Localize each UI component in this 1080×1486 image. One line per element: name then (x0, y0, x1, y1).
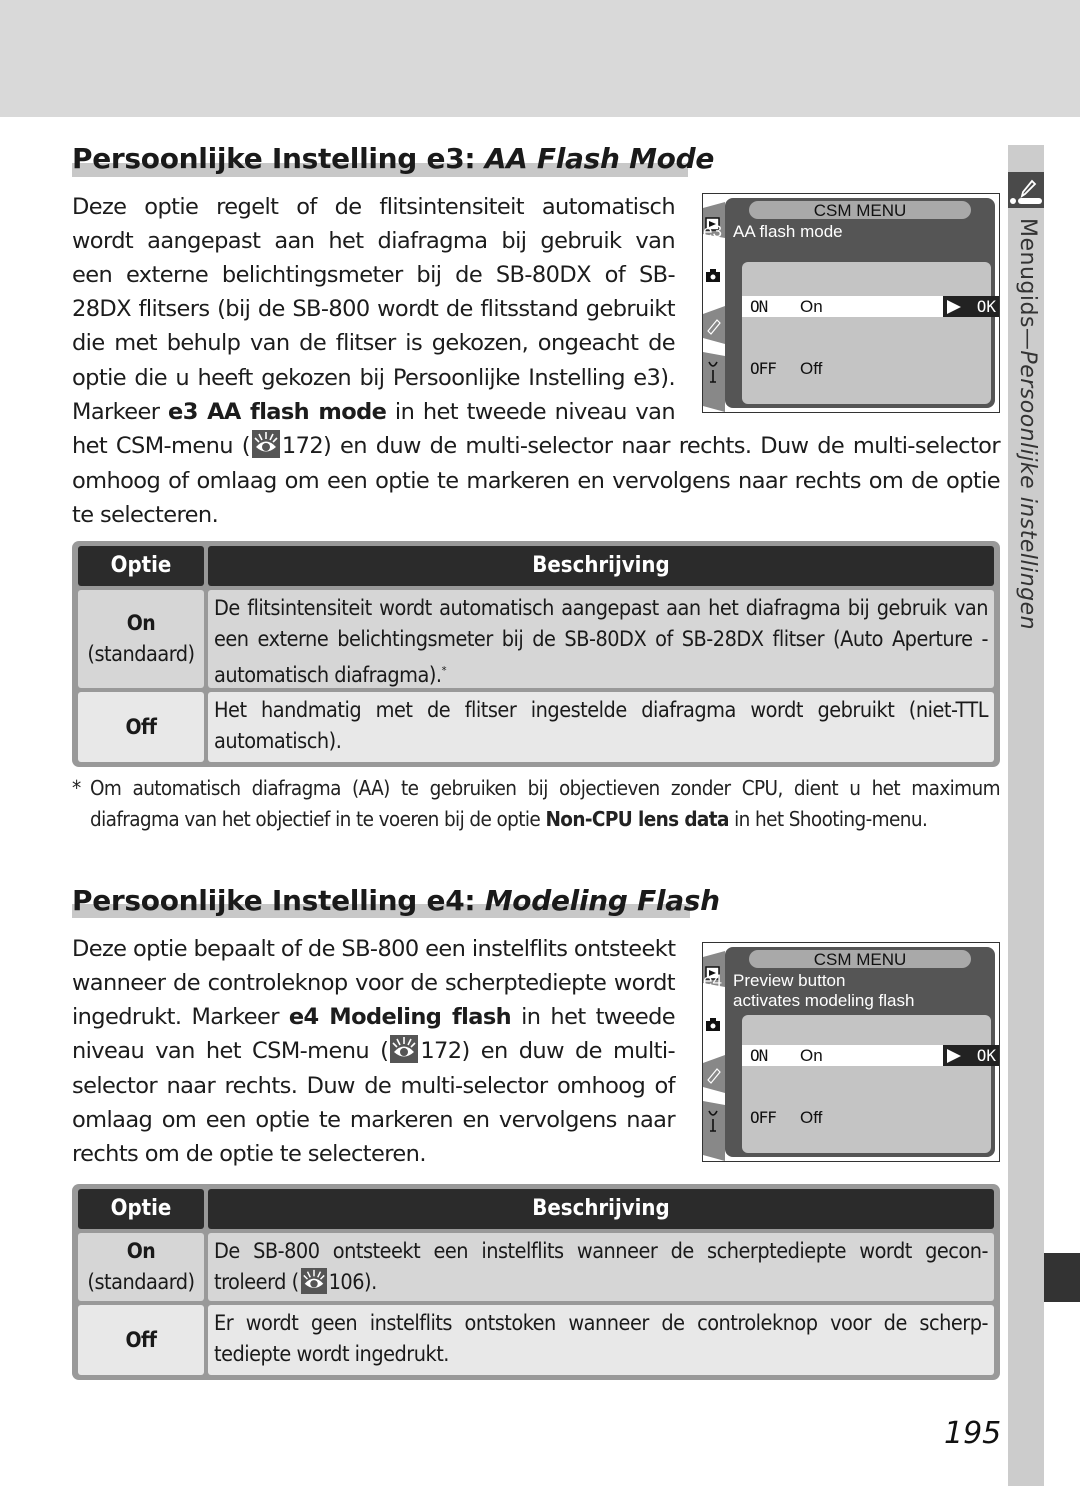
table-row: On (standaard) De flitsintensiteit wordt… (78, 590, 994, 688)
camera-menu-screen-e3: CSM MENU e3 AA flash mode ON On OK OFF O… (702, 193, 1000, 413)
paragraph-line: Markeer e3 AA flash mode in het tweede n… (72, 399, 676, 425)
menu-body: CSM MENU e4 Preview button activates mod… (703, 947, 999, 1157)
section-heading-e4: Persoonlijke Instelling e4: Modeling Fla… (72, 884, 720, 917)
option-cell: Off (78, 1305, 204, 1375)
options-panel (742, 262, 991, 404)
menu-item-code: e4 (703, 971, 722, 990)
section-heading-e3: Persoonlijke Instelling e3: AA Flash Mod… (72, 142, 715, 175)
footnote: * Om automatisch diafragma (AA) te gebrui… (72, 776, 1001, 831)
paragraph-line: selector naar rechts. Duw de multi-selec… (72, 1073, 676, 1099)
column-header: Optie (78, 1189, 204, 1229)
menu-item-title: Preview button (733, 971, 846, 990)
paragraph-line: rechts om de optie te selecteren. (72, 1141, 426, 1167)
menu-body: CSM MENU e3 AA flash mode ON On OK OFF O… (703, 198, 999, 408)
menu-option-off[interactable]: OFF Off (742, 1107, 999, 1128)
page-number: 195 (944, 1416, 1002, 1451)
right-arrow-icon (947, 1049, 961, 1063)
menu-option-name: Non-CPU lens data (545, 807, 729, 831)
description-cell: Er wordt geen instelflits ontstoken wann… (208, 1305, 994, 1375)
menu-item-title: AA flash mode (733, 222, 843, 241)
ok-indicator: OK (943, 296, 999, 317)
menu-item-name: e3 AA flash mode (168, 399, 387, 425)
paragraph-line: wordt aangepast aan het diafragma bij ge… (72, 228, 676, 254)
table-row: Off Het handmatig met de flitser ingeste… (78, 692, 994, 762)
option-cell: On (standaard) (78, 590, 204, 688)
page-reference-icon (390, 1035, 419, 1063)
side-tab-label: Menugids—Persoonlijke instellingen (1015, 218, 1040, 631)
page-reference-icon (251, 430, 280, 458)
description-cell: Het handmatig met de flitser ingestelde … (208, 692, 994, 762)
menu-option-on[interactable]: ON On OK (742, 1045, 999, 1066)
option-cell: Off (78, 692, 204, 762)
options-table-e3: Optie Beschrijving On (standaard) De fli… (72, 541, 1000, 767)
column-header: Beschrijving (208, 1189, 994, 1229)
paragraph-line: omhoog of omlaag om een optie te markere… (72, 468, 1001, 494)
paragraph-line: 28DX flitsers (bij de SB-800 wordt de fl… (72, 296, 676, 322)
menu-item-title: activates modeling flash (733, 991, 915, 1010)
thumb-index-tab (1044, 1253, 1080, 1302)
menu-option-off[interactable]: OFF Off (742, 358, 999, 379)
description-cell: De flitsintensiteit wordt automatisch aa… (208, 590, 994, 688)
menu-title: CSM MENU (749, 950, 971, 969)
menu-item-code: e3 (703, 222, 722, 241)
paragraph-line: ingedrukt. Markeer e4 Modeling flash in … (72, 1004, 676, 1030)
camera-menu-screen-e4: CSM MENU e4 Preview button activates mod… (702, 942, 1000, 1162)
right-arrow-icon (947, 300, 961, 314)
paragraph-line: niveau van het CSM-menu (172) en duw de … (72, 1034, 676, 1068)
page-reference-number[interactable]: 172 (282, 433, 324, 459)
page-top-band (0, 0, 1080, 117)
column-header: Beschrijving (208, 546, 994, 586)
paragraph-line: optie die u heeft gekozen bij Persoonlij… (72, 365, 676, 391)
column-header: Optie (78, 546, 204, 586)
paragraph-line: een externe belichtingsmeter bij de SB-8… (72, 262, 676, 288)
ok-indicator: OK (943, 1045, 999, 1066)
table-row: On (standaard) De SB-800 ontsteekt een i… (78, 1233, 994, 1301)
paragraph-line: Deze optie regelt of de flitsintensiteit… (72, 194, 676, 220)
paragraph-line: omlaag om een optie te markeren en vervo… (72, 1107, 676, 1133)
page-reference-icon (300, 1268, 327, 1294)
pencil-icon (1008, 172, 1044, 208)
option-cell: On (standaard) (78, 1233, 204, 1301)
page-reference-number[interactable]: 172 (420, 1038, 462, 1064)
description-cell: De SB-800 ontsteekt een instelflits wann… (208, 1233, 994, 1301)
paragraph-line: te selecteren. (72, 502, 219, 528)
paragraph-line: die met behulp van de flitser is gekozen… (72, 330, 676, 356)
menu-item-name: e4 Modeling flash (288, 1004, 512, 1030)
options-table-e4: Optie Beschrijving On (standaard) De SB-… (72, 1184, 1000, 1380)
paragraph-line: het CSM-menu (172) en duw de multi-selec… (72, 429, 1001, 463)
paragraph-line: Deze optie bepaalt of de SB-800 een inst… (72, 936, 676, 962)
table-row: Off Er wordt geen instelflits ontstoken … (78, 1305, 994, 1375)
table-header: Optie Beschrijving (78, 546, 994, 586)
menu-option-on[interactable]: ON On OK (742, 296, 999, 317)
paragraph-line: wanneer de controleknop voor de scherpte… (72, 970, 676, 996)
table-header: Optie Beschrijving (78, 1189, 994, 1229)
page-reference-number[interactable]: 106 (329, 1270, 365, 1295)
options-panel (742, 1015, 991, 1153)
menu-title: CSM MENU (749, 201, 971, 220)
